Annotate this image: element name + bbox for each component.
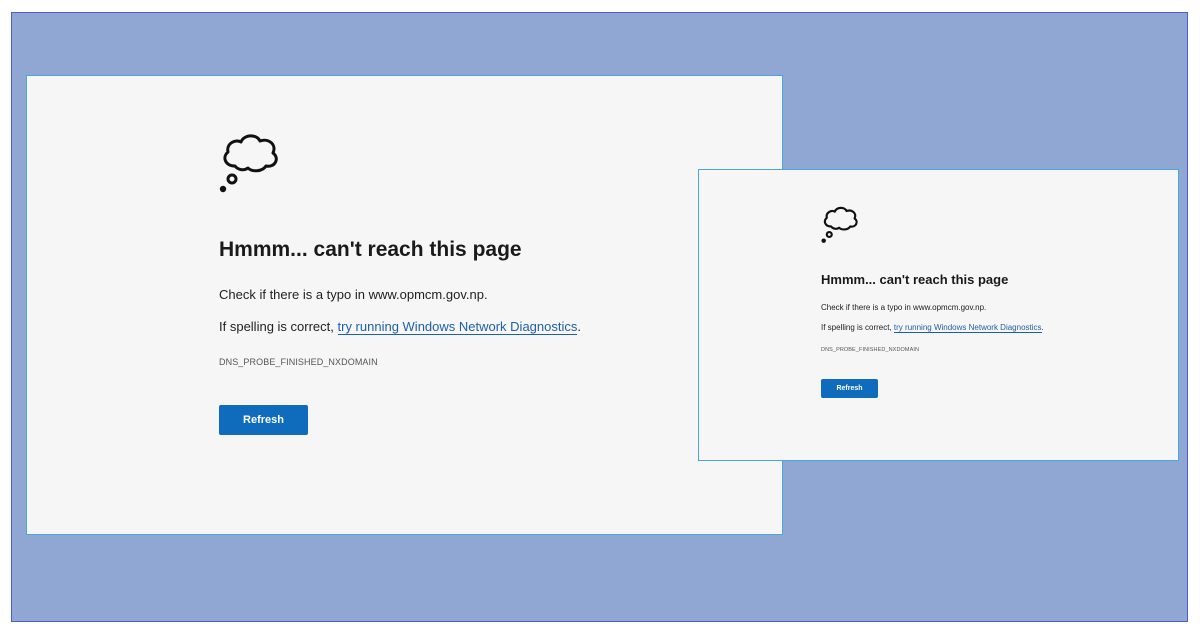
thought-bubble-icon: [821, 206, 858, 243]
typo-hint-prefix: Check if there is a typo in: [219, 287, 369, 302]
error-code: DNS_PROBE_FINISHED_NXDOMAIN: [219, 357, 378, 367]
page-title: Hmmm... can't reach this page: [219, 238, 522, 261]
spelling-hint-suffix: .: [1041, 323, 1044, 332]
error-page-small: Hmmm... can't reach this page Check if t…: [698, 169, 1179, 461]
spelling-hint: If spelling is correct, try running Wind…: [219, 319, 581, 335]
spelling-hint-prefix: If spelling is correct,: [219, 319, 338, 334]
typo-hint: Check if there is a typo in www.opmcm.go…: [219, 287, 488, 302]
error-code: DNS_PROBE_FINISHED_NXDOMAIN: [821, 347, 920, 353]
typo-hint-prefix: Check if there is a typo in: [821, 303, 914, 312]
spelling-hint-suffix: .: [577, 319, 581, 334]
error-page-large: Hmmm... can't reach this page Check if t…: [26, 75, 783, 535]
network-diagnostics-link[interactable]: try running Windows Network Diagnostics: [893, 323, 1042, 333]
typo-hint-domain: www.opmcm.gov.np: [368, 287, 484, 302]
typo-hint-domain: www.opmcm.gov.np: [913, 303, 985, 312]
refresh-button[interactable]: Refresh: [821, 379, 878, 398]
spelling-hint-prefix: If spelling is correct,: [821, 323, 894, 332]
refresh-button[interactable]: Refresh: [219, 405, 308, 435]
image-canvas: Hmmm... can't reach this page Check if t…: [0, 0, 1200, 630]
typo-hint-suffix: .: [483, 287, 488, 302]
network-diagnostics-link[interactable]: try running Windows Network Diagnostics: [337, 319, 578, 335]
page-title: Hmmm... can't reach this page: [821, 272, 1009, 287]
typo-hint-suffix: .: [984, 303, 987, 312]
spelling-hint: If spelling is correct, try running Wind…: [821, 323, 1044, 333]
thought-bubble-icon: [219, 134, 278, 193]
typo-hint: Check if there is a typo in www.opmcm.go…: [821, 303, 986, 312]
